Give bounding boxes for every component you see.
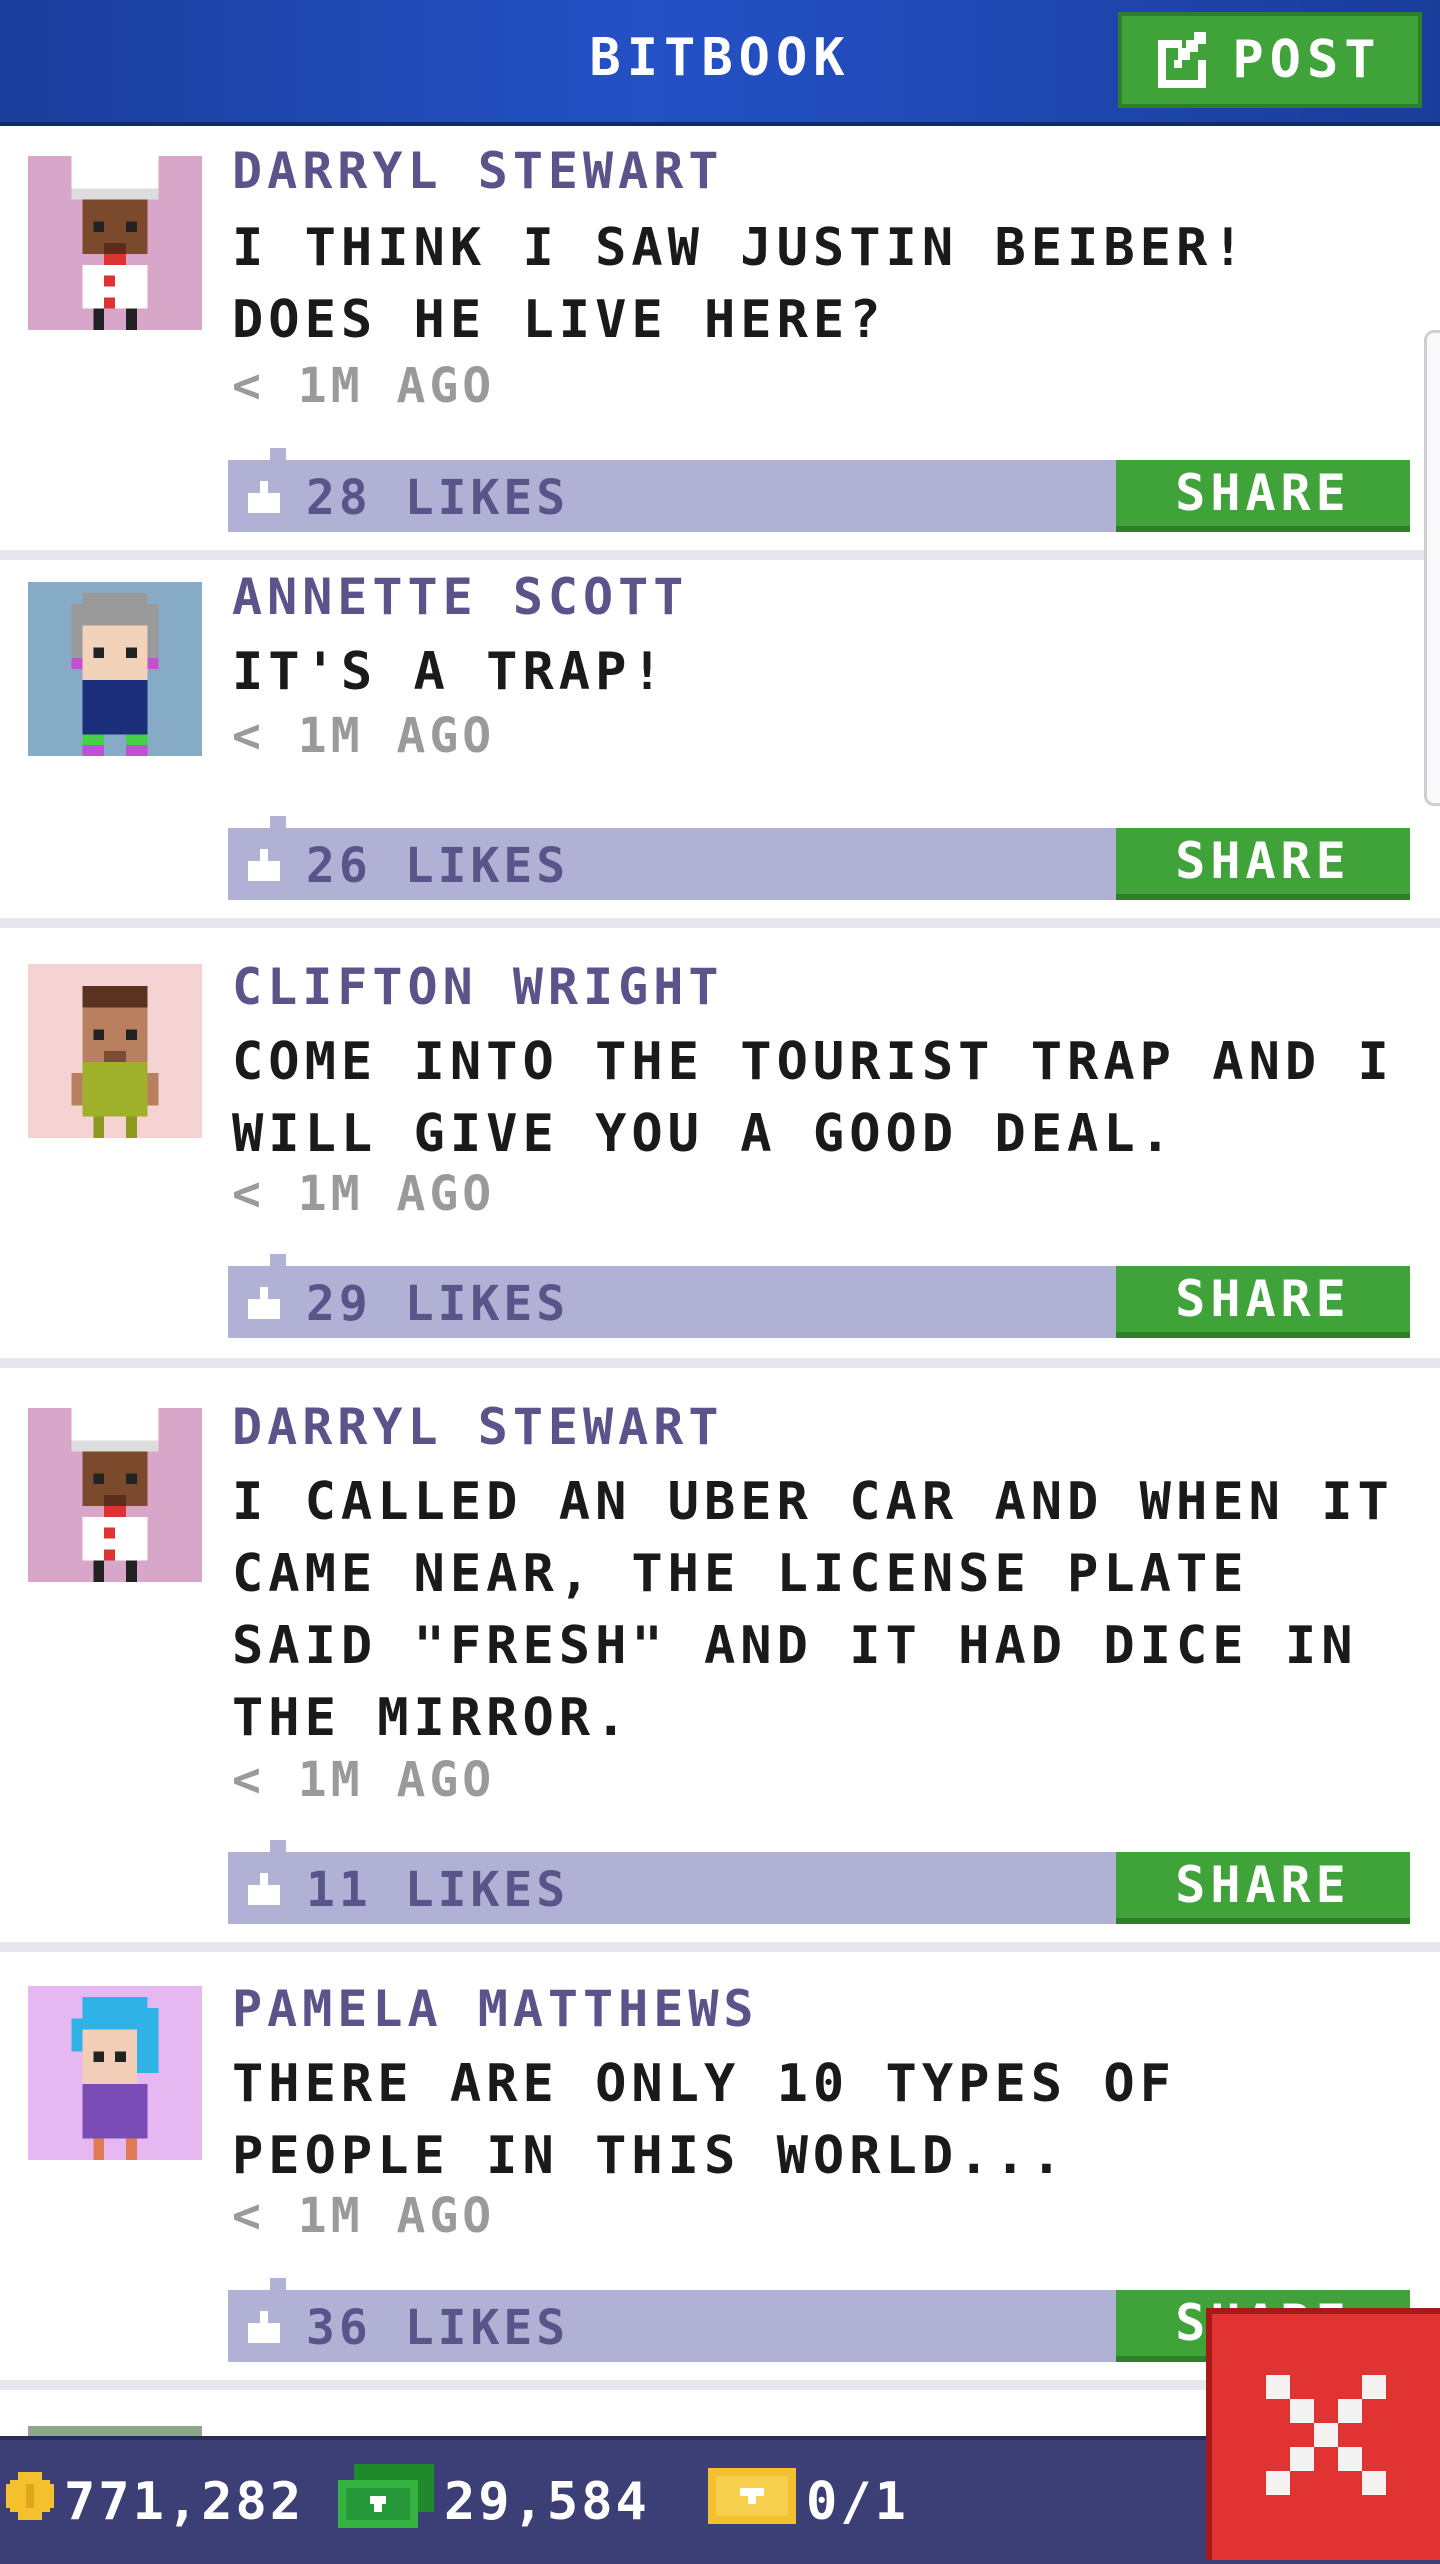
ticket-icon [708, 2467, 796, 2537]
post-message: I CALLED AN UBER CAR AND WHEN IT CAME NE… [232, 1472, 1394, 1748]
feed-post: CLIFTON WRIGHT COME INTO THE TOURIST TRA… [0, 928, 1440, 1368]
like-icon [244, 2310, 284, 2348]
like-icon [244, 1286, 284, 1324]
likes-bar[interactable]: 11 LIKES SHARE [228, 1840, 1410, 1924]
feed-post: ANNETTE SCOTT IT'S A TRAP! < 1M AGO 26 L… [0, 560, 1440, 928]
likes-count: 26 LIKES [306, 838, 570, 894]
post-button-label: POST [1232, 30, 1382, 90]
bux-stat: 29,584 [338, 2440, 650, 2564]
tickets-count: 0/1 [806, 2472, 909, 2532]
likes-count: 36 LIKES [306, 2300, 570, 2356]
share-button[interactable]: SHARE [1116, 1266, 1410, 1338]
post-timestamp: < 1M AGO [232, 708, 496, 764]
share-button[interactable]: SHARE [1116, 460, 1410, 532]
blue-haired-woman-avatar-icon[interactable] [28, 1986, 202, 2160]
share-button[interactable]: SHARE [1116, 828, 1410, 900]
likes-bar[interactable]: 26 LIKES SHARE [228, 816, 1410, 900]
grey-haired-woman-avatar-icon[interactable] [28, 582, 202, 756]
chef-avatar-icon[interactable] [28, 156, 202, 330]
coin-icon [6, 2471, 54, 2533]
post-author[interactable]: DARRYL STEWART [232, 1398, 723, 1456]
close-icon [1266, 2375, 1386, 2499]
post-timestamp: < 1M AGO [232, 1752, 496, 1808]
app-header: BITBOOK POST [0, 0, 1440, 126]
likes-bar[interactable]: 28 LIKES SHARE [228, 448, 1410, 532]
man-green-shirt-avatar-icon[interactable] [28, 964, 202, 1138]
post-message: THERE ARE ONLY 10 TYPES OF PEOPLE IN THI… [232, 2054, 1176, 2186]
post-author[interactable]: ANNETTE SCOTT [232, 568, 688, 626]
bux-icon [338, 2463, 434, 2541]
post-message: COME INTO THE TOURIST TRAP AND I WILL GI… [232, 1032, 1394, 1164]
like-icon [244, 480, 284, 518]
post-author[interactable]: CLIFTON WRIGHT [232, 958, 723, 1016]
post-message: IT'S A TRAP! [232, 642, 668, 702]
chef-avatar-icon[interactable] [28, 1408, 202, 1582]
like-icon [244, 1872, 284, 1910]
post-message: I THINK I SAW JUSTIN BEIBER! DOES HE LIV… [232, 218, 1249, 350]
post-timestamp: < 1M AGO [232, 358, 496, 414]
share-button[interactable]: SHARE [1116, 1852, 1410, 1924]
bux-count: 29,584 [444, 2472, 650, 2532]
close-button[interactable] [1206, 2308, 1440, 2560]
feed-post: DARRYL STEWART I THINK I SAW JUSTIN BEIB… [0, 126, 1440, 560]
feed-post: DARRYL STEWART I CALLED AN UBER CAR AND … [0, 1368, 1440, 1952]
post-timestamp: < 1M AGO [232, 2188, 496, 2244]
tickets-stat: 0/1 [708, 2440, 909, 2564]
post-button[interactable]: POST [1118, 12, 1422, 108]
compose-icon [1158, 32, 1214, 88]
scrollbar[interactable] [1424, 330, 1440, 806]
likes-count: 11 LIKES [306, 1862, 570, 1918]
likes-count: 28 LIKES [306, 470, 570, 526]
coins-count: 771,282 [64, 2472, 305, 2532]
like-icon [244, 848, 284, 886]
post-timestamp: < 1M AGO [232, 1166, 496, 1222]
post-author[interactable]: PAMELA MATTHEWS [232, 1980, 759, 2038]
post-author[interactable]: DARRYL STEWART [232, 142, 723, 200]
likes-count: 29 LIKES [306, 1276, 570, 1332]
coins-stat: 771,282 [6, 2440, 304, 2564]
likes-bar[interactable]: 29 LIKES SHARE [228, 1254, 1410, 1338]
